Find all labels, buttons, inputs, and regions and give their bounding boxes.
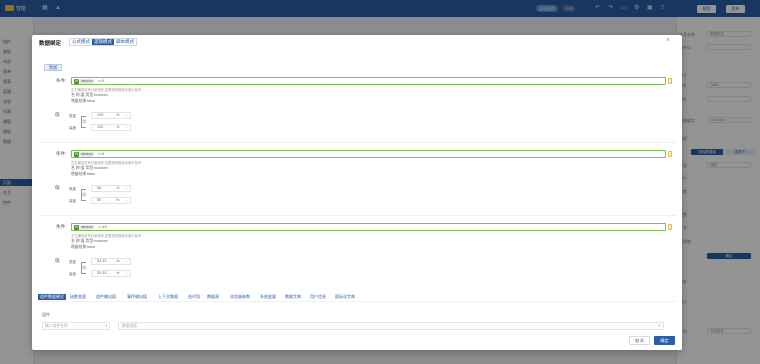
- width-input[interactable]: 50 % ⌄: [91, 185, 131, 192]
- condition-type-info: 名 称:值 类型:boolean: [71, 93, 108, 97]
- tab-system-vars[interactable]: 系统变量: [260, 294, 276, 300]
- height-input[interactable]: 100 % ⌄: [91, 124, 131, 131]
- height-input[interactable]: 33.33 % ⌄: [91, 270, 131, 277]
- chevron-down-icon[interactable]: ⌄: [125, 259, 128, 264]
- condition-input[interactable]: W window <=1: [71, 77, 666, 85]
- tab-i18n-dictionary[interactable]: 国际化字典: [335, 294, 355, 300]
- height-unit: %: [116, 125, 120, 129]
- width-label: 宽度: [69, 187, 76, 191]
- search-icon[interactable]: ⌕: [658, 323, 661, 329]
- height-unit: %: [116, 271, 120, 275]
- condition-expression[interactable]: <=1: [98, 79, 105, 84]
- variable-tag[interactable]: window: [80, 79, 94, 84]
- chevron-down-icon[interactable]: ⌄: [125, 198, 128, 203]
- condition-result-info: 增量结果:false: [71, 172, 96, 176]
- variable-badge-icon: W: [74, 152, 79, 157]
- height-value: 50: [97, 198, 102, 202]
- condition-result-info: 增量结果:false: [71, 99, 96, 103]
- condition-expression[interactable]: <=4: [98, 152, 105, 157]
- datasource-tabs: 组件数据模式 函数变量 组件输出值 事件输出值 上下文数据 迭代项 数据源 浏览…: [38, 293, 676, 302]
- tab-browser-params[interactable]: 浏览器参数: [230, 294, 250, 300]
- condition-input[interactable]: W window <=4: [71, 150, 666, 158]
- condition-hint: 左右横向逗号分组相邻,如需用到数组请用中括号: [71, 234, 142, 238]
- condition-label: 条件:: [56, 78, 67, 83]
- width-input[interactable]: 33.33 % ⌄: [91, 258, 131, 265]
- expand-editor-icon[interactable]: [668, 151, 672, 157]
- value-label: 值:: [55, 112, 61, 117]
- width-label: 宽度: [69, 260, 76, 264]
- chevron-down-icon[interactable]: ⌄: [125, 271, 128, 276]
- value-label: 值:: [55, 258, 61, 263]
- divider: [38, 142, 676, 143]
- link-icon[interactable]: ⛓: [82, 266, 87, 270]
- condition-type-info: 名 称:值 类型:boolean: [71, 166, 108, 170]
- width-label: 宽度: [69, 114, 76, 118]
- tree-root-label[interactable]: 组件: [42, 312, 50, 318]
- link-icon[interactable]: ⛓: [82, 120, 87, 124]
- chevron-down-icon[interactable]: ⌄: [125, 125, 128, 130]
- width-input[interactable]: 100 % ⌄: [91, 112, 131, 119]
- tab-script-mode[interactable]: 脚本模式: [114, 39, 136, 45]
- width-value: 100: [97, 113, 104, 117]
- tab-data-dictionary[interactable]: 数据字典: [285, 294, 301, 300]
- value-label: 值:: [55, 185, 61, 190]
- chevron-down-icon[interactable]: ⌄: [125, 113, 128, 118]
- cancel-button[interactable]: 取消: [629, 336, 650, 345]
- link-icon[interactable]: ⛓: [82, 193, 87, 197]
- variable-tag[interactable]: window: [80, 152, 94, 157]
- data-binding-dialog: 数据绑定 公式模式 逻辑模式 脚本模式 × 添加 条件: W window <=…: [32, 35, 682, 350]
- width-unit: %: [116, 186, 120, 190]
- dialog-title: 数据绑定: [39, 41, 62, 47]
- height-label: 高度: [69, 272, 76, 276]
- condition-type-info: 名 称:值 类型:boolean: [71, 239, 108, 243]
- width-value: 50: [97, 186, 102, 190]
- mode-tabs: 公式模式 逻辑模式 脚本模式: [69, 38, 137, 46]
- tab-component-output[interactable]: 组件输出值: [96, 294, 116, 300]
- data-search-placeholder: 数据搜索...: [122, 324, 141, 328]
- expand-editor-icon[interactable]: [668, 78, 672, 84]
- variable-tag[interactable]: window: [80, 225, 94, 230]
- condition-hint: 左右横向逗号分组相邻,如需用到数组请用中括号: [71, 88, 142, 92]
- condition-result-info: 增量结果:false: [71, 245, 96, 249]
- height-value: 33.33: [97, 271, 107, 275]
- height-value: 100: [97, 125, 104, 129]
- width-unit: %: [116, 113, 120, 117]
- variable-badge-icon: W: [74, 225, 79, 230]
- tab-formula-mode[interactable]: 公式模式: [70, 39, 92, 45]
- add-condition-button[interactable]: 添加: [44, 64, 62, 71]
- close-icon[interactable]: ×: [666, 37, 670, 45]
- data-search-input[interactable]: 数据搜索... ⌕: [118, 322, 664, 330]
- height-label: 高度: [69, 199, 76, 203]
- width-unit: %: [116, 259, 120, 263]
- condition-expression[interactable]: <=19: [98, 225, 107, 230]
- tab-iteration-item[interactable]: 迭代项: [188, 294, 200, 300]
- height-label: 高度: [69, 126, 76, 130]
- height-input[interactable]: 50 % ⌄: [91, 197, 131, 204]
- component-search-input[interactable]: 输入组件名称 ⌕: [42, 322, 110, 330]
- condition-label: 条件:: [56, 151, 67, 156]
- tab-component-data[interactable]: 组件数据模式: [38, 294, 66, 300]
- chevron-down-icon[interactable]: ⌄: [125, 186, 128, 191]
- divider: [38, 215, 676, 216]
- component-search-placeholder: 输入组件名称: [45, 324, 68, 328]
- height-unit: %: [116, 198, 120, 202]
- confirm-button[interactable]: 确定: [654, 336, 675, 345]
- condition-label: 条件:: [56, 224, 67, 229]
- search-icon[interactable]: ⌕: [105, 323, 108, 329]
- width-value: 33.33: [97, 259, 107, 263]
- tab-event-output[interactable]: 事件输出值: [127, 294, 147, 300]
- condition-input[interactable]: W window <=19: [71, 223, 666, 231]
- tab-user-info[interactable]: 用户信息: [310, 294, 326, 300]
- variable-badge-icon: W: [74, 79, 79, 84]
- tab-logic-mode[interactable]: 逻辑模式: [92, 39, 114, 45]
- condition-hint: 左右横向逗号分组相邻,如需用到数组请用中括号: [71, 161, 142, 165]
- tab-function-vars[interactable]: 函数变量: [70, 294, 86, 300]
- expand-editor-icon[interactable]: [668, 224, 672, 230]
- tab-context-data[interactable]: 上下文数据: [158, 294, 178, 300]
- tab-datasource[interactable]: 数据源: [207, 294, 219, 300]
